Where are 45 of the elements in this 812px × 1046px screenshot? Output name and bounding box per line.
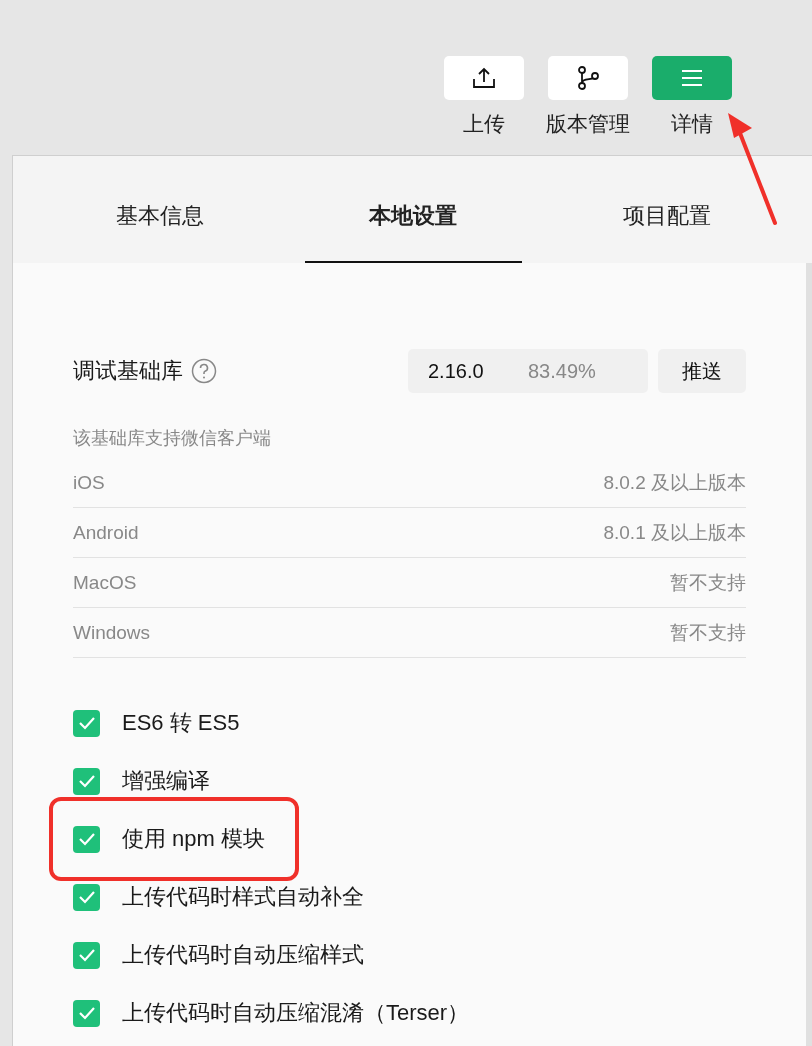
upload-button[interactable] <box>444 56 524 100</box>
support-value: 8.0.1 及以上版本 <box>603 520 746 545</box>
check-icon <box>77 948 96 962</box>
support-value: 暂不支持 <box>670 620 746 645</box>
check-icon <box>77 774 96 788</box>
toolbar-label: 详情 <box>671 111 713 137</box>
platform-name: MacOS <box>73 571 137 594</box>
version-button[interactable] <box>548 56 628 100</box>
option-label: 使用 npm 模块 <box>122 825 266 853</box>
support-value: 8.0.2 及以上版本 <box>603 470 746 495</box>
toolbar-label: 上传 <box>463 111 505 137</box>
option-label: 上传代码时自动压缩样式 <box>122 941 364 969</box>
check-icon <box>77 890 96 904</box>
help-icon[interactable] <box>191 358 217 384</box>
checkbox[interactable] <box>73 883 100 911</box>
option-label: 上传代码时自动压缩混淆（Terser） <box>122 999 470 1027</box>
platform-name: iOS <box>73 471 105 494</box>
upload-icon <box>472 67 496 89</box>
option-label: ES6 转 ES5 <box>122 709 240 737</box>
check-icon <box>77 1006 96 1020</box>
platform-name: Android <box>73 521 139 544</box>
check-icon <box>77 832 96 846</box>
check-icon <box>77 716 96 730</box>
push-button[interactable]: 推送 <box>658 349 746 393</box>
menu-icon <box>681 69 703 87</box>
version-select[interactable]: 2.16.0 83.49% <box>408 349 648 393</box>
branch-icon <box>577 66 599 90</box>
tab[interactable]: 项目配置 <box>521 156 812 263</box>
checkbox[interactable] <box>73 709 100 737</box>
option-row[interactable]: 使用 npm 模块 <box>49 797 300 881</box>
checkbox[interactable] <box>73 941 100 969</box>
tab[interactable]: 本地设置 <box>305 156 522 263</box>
support-value: 暂不支持 <box>670 570 746 595</box>
scrollbar[interactable] <box>806 263 812 1046</box>
checkbox[interactable] <box>73 767 100 795</box>
checkbox[interactable] <box>73 825 100 853</box>
checkbox[interactable] <box>73 999 100 1027</box>
option-label: 上传代码时样式自动补全 <box>122 883 364 911</box>
tab[interactable]: 基本信息 <box>33 156 287 263</box>
platform-name: Windows <box>73 621 151 644</box>
option-label: 增强编译 <box>122 767 210 795</box>
section-caption: 该基础库支持微信客户端 <box>73 427 272 450</box>
toolbar-label: 版本管理 <box>546 111 630 137</box>
details-button[interactable] <box>652 56 732 100</box>
setting-label: 调试基础库 <box>73 357 183 385</box>
